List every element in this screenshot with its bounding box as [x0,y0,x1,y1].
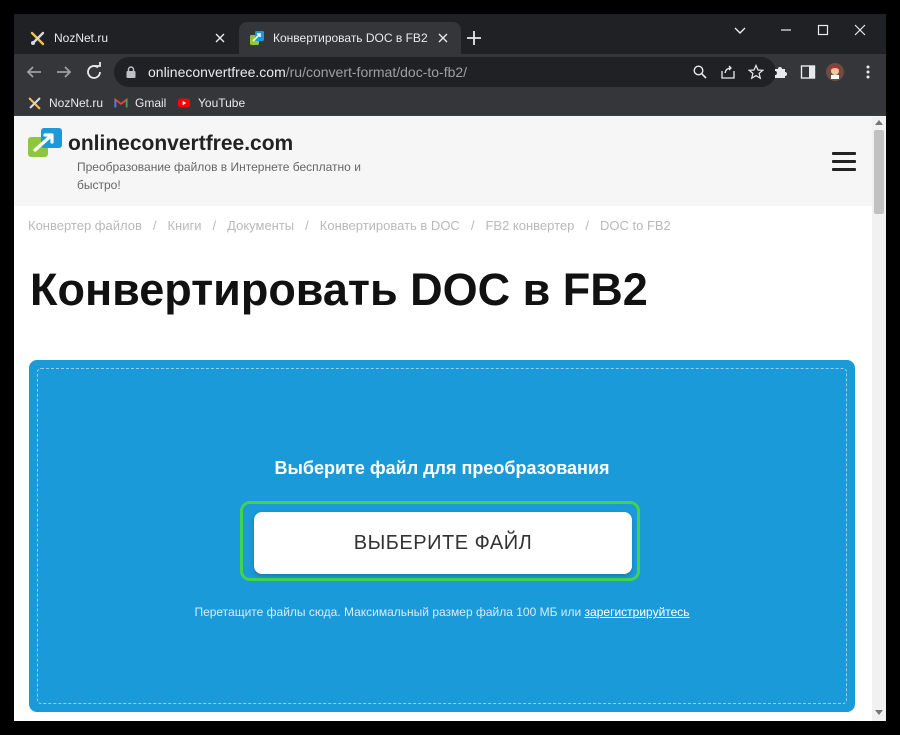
page-scrollbar[interactable] [872,116,886,721]
scroll-down-arrow-icon[interactable] [875,710,883,715]
tab-title: Конвертировать DOC в FB2 онлайн [273,31,429,45]
upload-hint: Перетащите файлы сюда. Максимальный разм… [29,605,855,619]
bookmark-youtube[interactable]: YouTube [177,94,245,112]
tab-title: NozNet.ru [54,31,109,45]
site-tagline: Преобразование файлов в Интернете беспла… [77,160,361,192]
register-link[interactable]: зарегистрируйтесь [585,605,690,619]
browser-toolbar: onlineconvertfree.com/ru/convert-format/… [14,54,886,90]
noznet-icon [28,97,41,110]
choose-file-button[interactable]: ВЫБЕРИТЕ ФАЙЛ [254,512,632,574]
bookmark-label: YouTube [198,96,246,110]
hamburger-menu-icon[interactable] [832,152,856,172]
upload-heading: Выберите файл для преобразования [274,458,610,478]
tab-strip: NozNet.ru Конвертировать DOC в FB2 онлай… [14,14,886,54]
tab-search-chevron-icon[interactable] [728,20,752,40]
new-tab-icon[interactable] [464,28,484,48]
scroll-up-arrow-icon[interactable] [875,120,883,125]
reload-icon[interactable] [82,60,106,84]
forward-arrow-icon[interactable] [52,60,76,84]
tab-noznet[interactable]: NozNet.ru [20,22,238,54]
close-icon[interactable] [435,30,451,46]
close-icon[interactable] [212,30,228,46]
hamburger-line [832,160,856,163]
breadcrumb-item[interactable]: Книги [167,218,201,233]
gmail-icon [114,97,128,108]
zoom-search-icon[interactable] [692,64,708,80]
tab-convert[interactable]: Конвертировать DOC в FB2 онлайн [239,22,461,54]
site-header: onlineconvertfree.com Преобразование фай… [14,116,872,206]
breadcrumb-separator: / [152,218,157,233]
minimize-icon[interactable] [774,20,798,40]
bookmark-noznet[interactable]: NozNet.ru [28,94,103,112]
bookmark-label: Gmail [135,96,167,110]
window-close-icon[interactable] [848,20,872,40]
scroll-thumb[interactable] [874,130,884,214]
side-panel-icon[interactable] [800,64,816,80]
url-path: /ru/convert-format/doc-to-fb2/ [285,64,468,80]
hamburger-line [832,168,856,171]
url-text: onlineconvertfree.com/ru/convert-format/… [148,64,467,80]
bookmark-gmail[interactable]: Gmail [114,94,166,112]
maximize-icon[interactable] [811,20,835,40]
page-title: Конвертировать DOC в FB2 [30,264,648,315]
share-icon[interactable] [720,64,736,80]
menu-dots-icon[interactable] [860,64,876,80]
breadcrumb: Конвертер файлов / Книги / Документы / Конверт… [28,218,671,233]
hamburger-line [832,152,856,155]
web-page: onlineconvertfree.com Преобразование фай… [14,116,886,721]
onlineconvertfree-favicon [250,31,264,45]
breadcrumb-item[interactable]: FB2 конвертер [485,218,574,233]
upload-hint-text: Перетащите файлы сюда. Максимальный разм… [194,605,582,619]
noznet-icon [30,31,45,46]
address-bar[interactable]: onlineconvertfree.com/ru/convert-format/… [114,57,776,87]
breadcrumb-item[interactable]: Конвертер файлов [28,218,142,233]
extensions-puzzle-icon[interactable] [772,64,788,80]
lock-icon[interactable] [124,65,138,79]
bookmark-label: NozNet.ru [49,96,104,110]
breadcrumb-separator: / [585,218,589,233]
site-logo-text[interactable]: onlineconvertfree.com [68,132,293,156]
breadcrumb-separator: / [212,218,217,233]
url-host: onlineconvertfree.com [148,64,286,80]
upload-dropzone[interactable]: Выберите файл для преобразования ВЫБЕРИТ… [29,360,855,712]
browser-window: NozNet.ru Конвертировать DOC в FB2 онлай… [14,14,886,721]
bookmark-star-icon[interactable] [748,64,764,80]
breadcrumb-separator: / [470,218,475,233]
breadcrumb-item[interactable]: Конвертировать в DOC [320,218,460,233]
back-arrow-icon[interactable] [22,60,46,84]
logo-icon[interactable] [28,128,62,158]
breadcrumb-separator: / [305,218,309,233]
profile-avatar[interactable] [826,63,844,81]
breadcrumb-item[interactable]: Документы [227,218,294,233]
youtube-icon [177,98,191,108]
bookmarks-bar: NozNet.ru Gmail YouTube [14,90,886,116]
breadcrumb-item-current: DOC to FB2 [599,218,671,233]
